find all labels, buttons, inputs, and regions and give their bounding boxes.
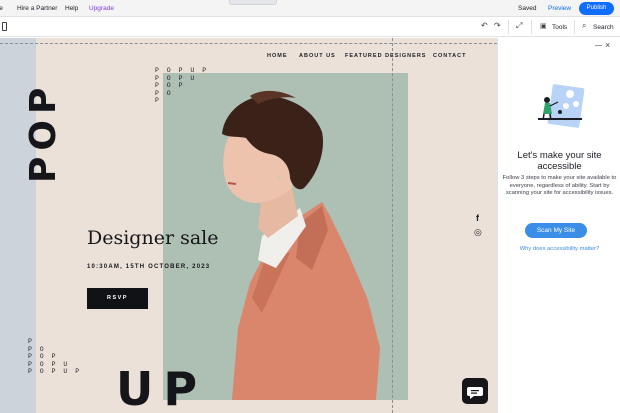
editor-toolbar: ↶ ↷ ⤢ ▣ Tools ⌕ Search [0,17,620,37]
chat-button[interactable] [462,378,488,404]
search-label[interactable]: Search [593,24,614,31]
panel-toggle-handle[interactable] [229,0,277,5]
guide-line-vertical [392,38,393,413]
minimize-icon[interactable]: — [595,42,602,49]
menu-upgrade[interactable]: Upgrade [89,5,114,12]
site-canvas[interactable]: HOME ABOUT US FEATURED DESIGNERS CONTACT… [0,38,497,413]
pop-stack-top: P O P U P P O P U P O P P O P [155,67,209,104]
panel-title: Let's make your site accessible [517,150,602,172]
close-icon[interactable]: × [605,40,610,50]
editor-window: ite Hire a Partner Help Upgrade Saved Pr… [0,0,620,413]
chat-bubble-icon [467,387,483,399]
site-nav-about[interactable]: ABOUT US [299,53,336,59]
toolbar-divider [574,20,575,34]
menu-help[interactable]: Help [65,5,78,12]
accessibility-illustration-icon [538,84,585,128]
up-big-text: UP [116,362,208,413]
mobile-view-icon[interactable] [2,22,7,31]
toolbar-divider [508,20,509,34]
menu-hire-a-partner[interactable]: Hire a Partner [17,5,57,12]
pop-vertical-text: POP [23,81,64,183]
lips [227,182,237,185]
tools-label[interactable]: Tools [552,24,567,31]
search-icon[interactable]: ⌕ [582,21,586,31]
tools-icon[interactable]: ▣ [540,22,547,30]
preview-link[interactable]: Preview [548,5,571,12]
rsvp-button[interactable]: RSVP [87,288,148,309]
site-nav-contact[interactable]: CONTACT [433,53,466,59]
why-accessibility-link[interactable]: Why does accessibility matter? [502,246,617,252]
event-date[interactable]: 10:30AM, 15TH OCTOBER, 2023 [87,264,210,270]
accessibility-panel: — × Let's make your site accessible Foll… [497,38,620,413]
menu-site[interactable]: ite [0,5,3,12]
scan-my-site-button[interactable]: Scan My Site [525,223,587,238]
earring [277,176,281,180]
site-nav-home[interactable]: HOME [267,53,288,59]
pop-stack-bottom: P P O P O P P O P U P O P U P [28,338,82,375]
guide-line-horizontal [0,43,497,44]
page-headline[interactable]: Designer sale [87,227,218,249]
fit-screen-icon[interactable]: ⤢ [516,21,522,31]
saved-status: Saved [518,5,537,12]
publish-button[interactable]: Publish [579,2,614,15]
undo-icon[interactable]: ↶ [481,21,488,30]
facebook-icon[interactable]: f [476,213,479,223]
top-bar: ite Hire a Partner Help Upgrade Saved Pr… [0,0,620,17]
site-nav-featured-designers[interactable]: FEATURED DESIGNERS [345,53,426,59]
instagram-icon[interactable]: ◎ [474,227,482,238]
toolbar-divider [531,20,532,34]
redo-icon[interactable]: ↷ [494,21,501,30]
panel-description: Follow 3 steps to make your site availab… [502,175,617,197]
